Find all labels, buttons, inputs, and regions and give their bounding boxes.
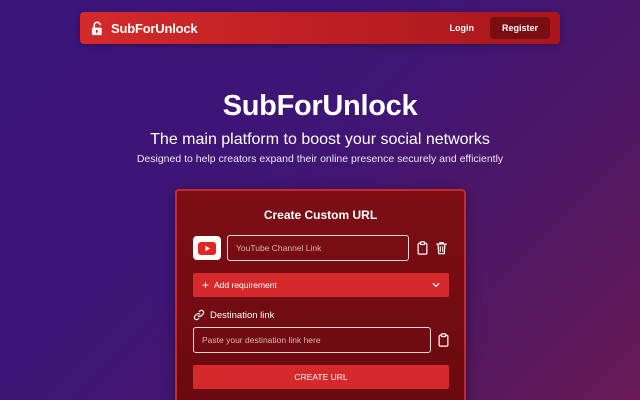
card-title: Create Custom URL: [263, 208, 378, 222]
nav-actions: Login Register: [441, 17, 550, 39]
destination-label-row: Destination link: [193, 309, 274, 321]
lock-open-icon: [90, 20, 105, 36]
destination-label: Destination link: [210, 309, 275, 321]
brand-name: SubForUnlock: [111, 20, 198, 36]
register-button[interactable]: Register: [489, 17, 550, 39]
top-navbar: SubForUnlock Login Register: [80, 12, 560, 44]
youtube-channel-input[interactable]: [227, 235, 409, 261]
hero-subtitle: The main platform to boost your social n…: [150, 131, 490, 148]
brand-logo[interactable]: SubForUnlock: [90, 20, 198, 36]
youtube-icon: [198, 241, 216, 255]
create-url-button[interactable]: CREATE URL: [193, 365, 449, 389]
hero-title: SubForUnlock: [222, 90, 418, 122]
add-requirement-button[interactable]: + Add requirement: [193, 273, 449, 297]
hero-tagline: Designed to help creators expand their o…: [136, 153, 504, 165]
clipboard-icon[interactable]: [415, 240, 429, 256]
youtube-platform-selector[interactable]: [193, 236, 221, 260]
clipboard-icon[interactable]: [436, 332, 450, 348]
link-icon: [193, 309, 205, 321]
plus-icon: +: [202, 278, 210, 292]
login-link[interactable]: Login: [441, 19, 482, 37]
create-url-card: Create Custom URL + Add requirement: [175, 189, 466, 400]
destination-link-input[interactable]: [193, 327, 431, 353]
trash-icon[interactable]: [434, 240, 448, 256]
add-requirement-label: Add requirement: [214, 280, 277, 290]
chevron-down-icon: [432, 276, 440, 294]
